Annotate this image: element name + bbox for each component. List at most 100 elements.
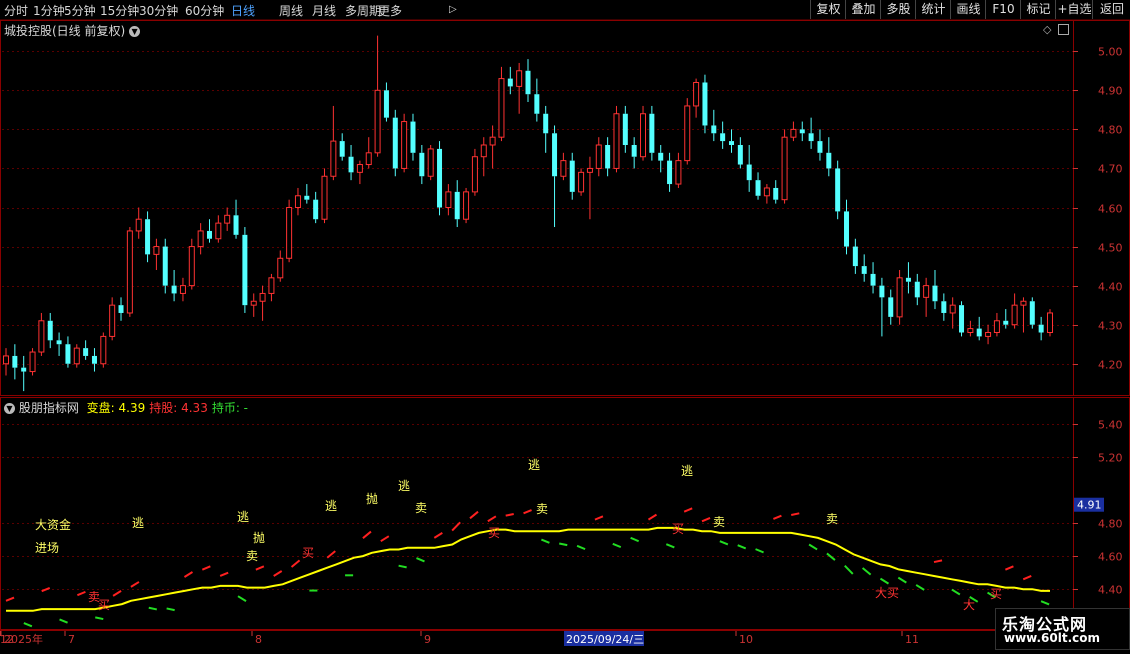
candle[interactable] <box>675 152 682 188</box>
candle[interactable] <box>313 191 319 224</box>
candle[interactable] <box>56 332 62 356</box>
toolbar-button-5[interactable]: F10 <box>985 0 1021 19</box>
candle[interactable] <box>905 262 911 294</box>
candle[interactable] <box>667 152 673 192</box>
candle[interactable] <box>613 105 620 173</box>
candle[interactable] <box>622 105 628 153</box>
candle[interactable] <box>339 133 345 161</box>
candle[interactable] <box>188 238 195 290</box>
period-tab-5[interactable]: 60分钟 <box>185 2 224 19</box>
candle[interactable] <box>12 344 18 380</box>
candle[interactable] <box>294 187 301 216</box>
candle[interactable] <box>250 293 257 317</box>
candle[interactable] <box>560 152 567 181</box>
candle[interactable] <box>605 137 611 177</box>
candle[interactable] <box>737 137 743 169</box>
candle[interactable] <box>861 254 867 282</box>
candle[interactable] <box>817 129 823 161</box>
expand-icon[interactable] <box>1058 24 1069 35</box>
candle[interactable] <box>799 121 805 142</box>
candle[interactable] <box>552 125 558 228</box>
candle[interactable] <box>516 62 523 114</box>
candle[interactable] <box>38 312 45 356</box>
candle[interactable] <box>763 184 770 204</box>
candle[interactable] <box>755 172 761 200</box>
candle[interactable] <box>498 66 505 142</box>
candle[interactable] <box>826 137 832 177</box>
more-arrow-icon[interactable]: ▷ <box>449 4 457 15</box>
candle[interactable] <box>1020 297 1027 333</box>
candle[interactable] <box>835 160 841 220</box>
toolbar-button-2[interactable]: 多股 <box>880 0 916 19</box>
candle[interactable] <box>781 129 788 204</box>
candle[interactable] <box>1029 297 1035 329</box>
candle[interactable] <box>91 348 97 372</box>
chevron-down-circle-icon[interactable]: ▼ <box>4 403 15 414</box>
toolbar-button-6[interactable]: 标记 <box>1020 0 1056 19</box>
candle[interactable] <box>304 184 310 204</box>
period-tab-6[interactable]: 日线 <box>231 2 255 19</box>
indicator-chart[interactable]: 5.405.204.804.604.404.91大资金进场逃 逃抛卖逃 抛逃卖逃卖逃… <box>0 397 1130 630</box>
period-tab-8[interactable]: 月线 <box>312 2 336 19</box>
chevron-down-circle-icon[interactable]: ▼ <box>129 26 141 37</box>
candle[interactable] <box>427 145 434 181</box>
candle[interactable] <box>47 312 53 349</box>
candle[interactable] <box>1047 309 1053 337</box>
candle[interactable] <box>1011 293 1018 329</box>
candle[interactable] <box>330 105 337 181</box>
period-tab-7[interactable]: 周线 <box>279 2 303 19</box>
candle[interactable] <box>595 137 602 177</box>
candle[interactable] <box>401 113 408 173</box>
toolbar-button-8[interactable]: 返回 <box>1092 0 1130 19</box>
candle[interactable] <box>162 238 168 294</box>
candle[interactable] <box>437 141 443 216</box>
candle[interactable] <box>419 145 425 185</box>
candle[interactable] <box>215 215 222 243</box>
candle[interactable] <box>392 109 398 177</box>
candle[interactable] <box>383 82 389 122</box>
candle[interactable] <box>171 270 177 302</box>
candle[interactable] <box>949 297 956 329</box>
candle[interactable] <box>365 137 372 169</box>
candlestick-chart[interactable]: 5.00 4.90 4.80 4.70 4.60 4.50 4.40 4.30 4.20 <box>0 20 1130 396</box>
period-tab-0[interactable]: 分时 <box>4 2 28 19</box>
candle[interactable] <box>197 223 204 255</box>
candle[interactable] <box>277 250 284 282</box>
candle[interactable] <box>224 207 231 231</box>
candle[interactable] <box>914 273 920 306</box>
candle[interactable] <box>153 238 160 270</box>
candle[interactable] <box>870 262 876 294</box>
candle[interactable] <box>631 137 637 169</box>
diamond-icon[interactable]: ◇ <box>1043 23 1051 36</box>
candle[interactable] <box>569 152 575 200</box>
candle[interactable] <box>286 199 293 263</box>
candle[interactable] <box>100 332 107 368</box>
period-tab-2[interactable]: 5分钟 <box>64 2 96 19</box>
toolbar-button-4[interactable]: 画线 <box>950 0 986 19</box>
candle[interactable] <box>932 270 938 310</box>
candle[interactable] <box>145 211 151 263</box>
candle[interactable] <box>321 168 328 224</box>
candle[interactable] <box>242 227 248 313</box>
candle[interactable] <box>941 293 947 321</box>
candle[interactable] <box>985 324 992 345</box>
candle[interactable] <box>135 207 142 239</box>
candle[interactable] <box>118 297 124 321</box>
period-tab-10[interactable]: 更多 <box>378 2 402 19</box>
candle[interactable] <box>976 316 982 341</box>
candle[interactable] <box>720 121 726 149</box>
candle[interactable] <box>410 113 416 161</box>
candle[interactable] <box>259 285 266 321</box>
candle[interactable] <box>29 348 36 376</box>
toolbar-button-7[interactable]: +自选 <box>1055 0 1093 19</box>
candle[interactable] <box>888 289 894 325</box>
candle[interactable] <box>746 145 752 192</box>
candle[interactable] <box>463 187 470 224</box>
candle[interactable] <box>233 199 239 239</box>
candle[interactable] <box>374 35 381 157</box>
candle[interactable] <box>896 270 903 325</box>
candle[interactable] <box>1038 316 1044 341</box>
main-chart-panel[interactable]: 5.00 4.90 4.80 4.70 4.60 4.50 4.40 4.30 4.20 <box>0 20 1130 396</box>
candle[interactable] <box>993 312 1000 337</box>
candle[interactable] <box>879 277 885 337</box>
